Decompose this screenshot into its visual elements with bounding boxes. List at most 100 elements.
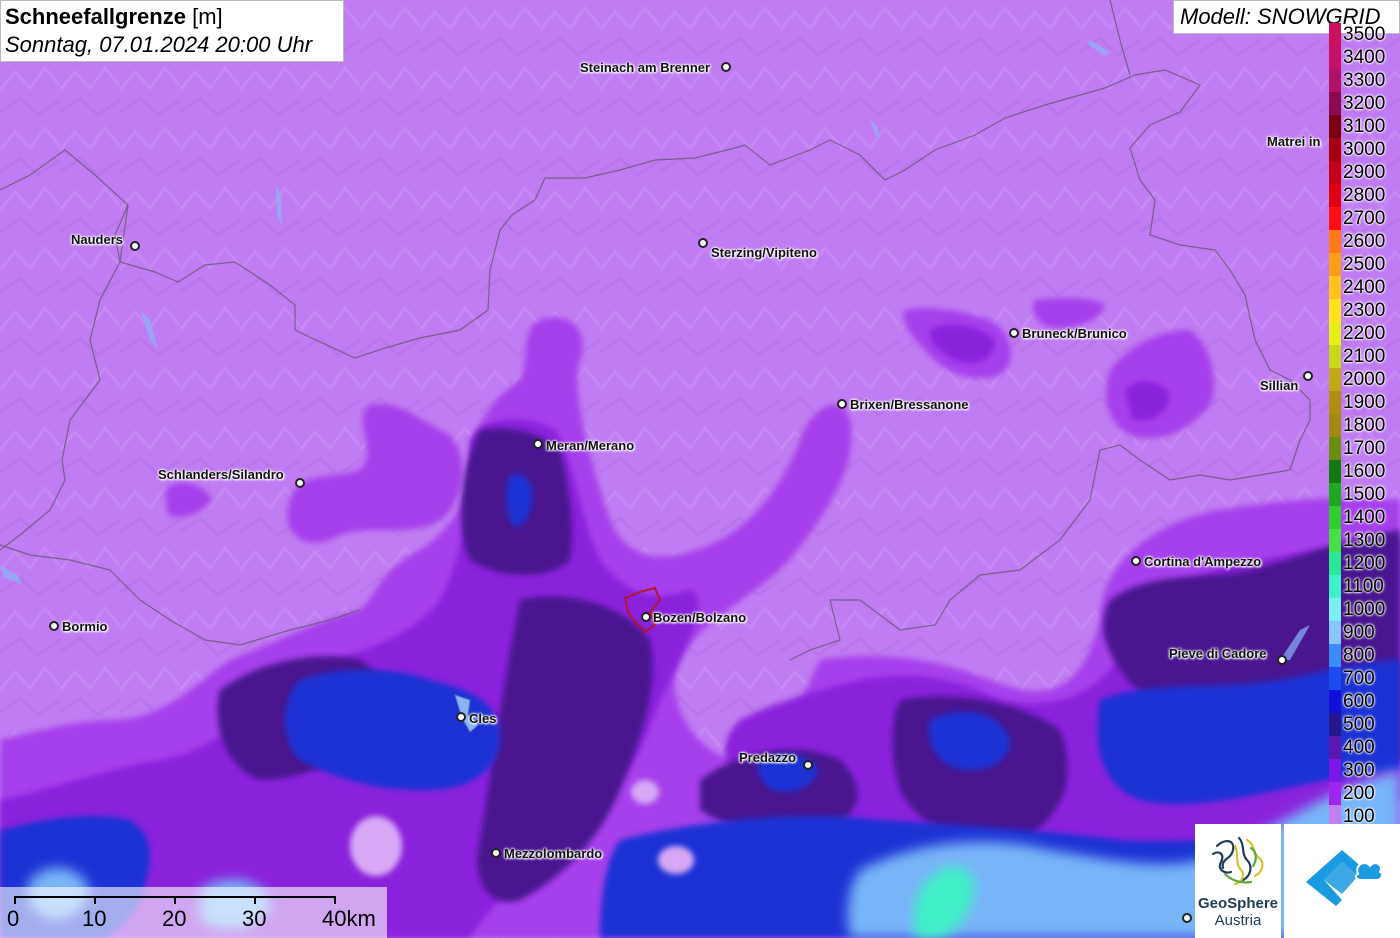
- city-dot-icon: [698, 238, 708, 248]
- legend-swatch: [1329, 276, 1341, 299]
- legend-row: 2100: [1329, 345, 1400, 368]
- city-dot-icon: [1182, 913, 1192, 923]
- legend-row: 3500: [1329, 23, 1400, 46]
- legend-swatch: [1329, 667, 1341, 690]
- legend-label: 900: [1343, 622, 1375, 643]
- legend-row: 3200: [1329, 92, 1400, 115]
- legend-row: 1300: [1329, 529, 1400, 552]
- scale-tick: [14, 896, 16, 904]
- city-dot-icon: [721, 62, 731, 72]
- legend-label: 1500: [1343, 484, 1386, 505]
- legend-row: 2200: [1329, 322, 1400, 345]
- city-label: Pieve di Cadore: [1169, 646, 1267, 661]
- legend-label: 2700: [1343, 208, 1386, 229]
- legend-row: 1600: [1329, 460, 1400, 483]
- legend-label: 400: [1343, 737, 1375, 758]
- legend-label: 3000: [1343, 139, 1386, 160]
- legend-swatch: [1329, 782, 1341, 805]
- color-legend: 3500 3400 3300 3200 3100 3000 2900 2800 2700 2600…: [1329, 23, 1400, 828]
- scale-label: 30: [242, 906, 267, 931]
- legend-row: 1800: [1329, 414, 1400, 437]
- city-label: Matrei in: [1267, 134, 1321, 149]
- legend-row: 2300: [1329, 299, 1400, 322]
- legend-swatch: [1329, 161, 1341, 184]
- legend-swatch: [1329, 368, 1341, 391]
- legend-swatch: [1329, 46, 1341, 69]
- city-label: Schlanders/Silandro: [158, 467, 284, 482]
- legend-swatch: [1329, 138, 1341, 161]
- legend-swatch: [1329, 69, 1341, 92]
- legend-label: 3400: [1343, 47, 1386, 68]
- legend-label: 1800: [1343, 415, 1386, 436]
- scale-tick: [334, 896, 336, 904]
- city-dot-icon: [1131, 556, 1141, 566]
- legend-swatch: [1329, 230, 1341, 253]
- legend-swatch: [1329, 713, 1341, 736]
- legend-row: 2500: [1329, 253, 1400, 276]
- legend-label: 1200: [1343, 553, 1386, 574]
- city-label: Predazzo: [739, 750, 797, 765]
- legend-row: 2800: [1329, 184, 1400, 207]
- legend-label: 800: [1343, 645, 1375, 666]
- map-title: Schneefallgrenze [m]: [5, 3, 339, 31]
- legend-row: 1000: [1329, 598, 1400, 621]
- legend-label: 2100: [1343, 346, 1386, 367]
- legend-label: 2500: [1343, 254, 1386, 275]
- legend-label: 3200: [1343, 93, 1386, 114]
- legend-row: 3300: [1329, 69, 1400, 92]
- legend-label: 2200: [1343, 323, 1386, 344]
- scale-tick: [94, 896, 96, 904]
- legend-swatch: [1329, 184, 1341, 207]
- legend-row: 800: [1329, 644, 1400, 667]
- legend-swatch: [1329, 736, 1341, 759]
- legend-label: 500: [1343, 714, 1375, 735]
- city-label: Sillian: [1260, 378, 1299, 393]
- legend-label: 1300: [1343, 530, 1386, 551]
- legend-swatch: [1329, 759, 1341, 782]
- scale-label: 0: [7, 906, 20, 931]
- geosphere-logo[interactable]: GeoSphere Austria: [1195, 824, 1281, 938]
- scale-tick: [174, 896, 176, 904]
- legend-label: 2000: [1343, 369, 1386, 390]
- legend-swatch: [1329, 552, 1341, 575]
- city-label: Nauders: [71, 232, 124, 247]
- legend-row: 1100: [1329, 575, 1400, 598]
- legend-label: 200: [1343, 783, 1375, 804]
- scale-label: 10: [82, 906, 107, 931]
- legend-label: 300: [1343, 760, 1375, 781]
- app-logo[interactable]: [1284, 824, 1400, 938]
- legend-label: 3300: [1343, 70, 1386, 91]
- geosphere-sub: Austria: [1214, 912, 1262, 929]
- legend-swatch: [1329, 460, 1341, 483]
- city-dot-icon: [1009, 328, 1019, 338]
- legend-row: 600: [1329, 690, 1400, 713]
- map-title-box: Schneefallgrenze [m] Sonntag, 07.01.2024…: [0, 0, 344, 62]
- legend-row: 1900: [1329, 391, 1400, 414]
- city-label: Steinach am Brenner: [580, 60, 711, 75]
- legend-row: 2900: [1329, 161, 1400, 184]
- legend-label: 3500: [1343, 24, 1386, 45]
- city-label: Bruneck/Brunico: [1022, 326, 1127, 341]
- city-label: Bozen/Bolzano: [653, 610, 747, 625]
- city-dot-icon: [456, 712, 466, 722]
- city-label: Cortina d'Ampezzo: [1144, 554, 1262, 569]
- city-dot-icon: [1303, 371, 1313, 381]
- legend-label: 2600: [1343, 231, 1386, 252]
- legend-swatch: [1329, 23, 1341, 46]
- legend-label: 2400: [1343, 277, 1386, 298]
- scale-label: 20: [162, 906, 187, 931]
- city-label: Sterzing/Vipiteno: [711, 245, 817, 260]
- legend-row: 1700: [1329, 437, 1400, 460]
- legend-row: 400: [1329, 736, 1400, 759]
- legend-row: 2400: [1329, 276, 1400, 299]
- legend-swatch: [1329, 391, 1341, 414]
- scale-label: 40km: [322, 906, 376, 931]
- legend-label: 1900: [1343, 392, 1386, 413]
- legend-swatch: [1329, 483, 1341, 506]
- legend-swatch: [1329, 115, 1341, 138]
- legend-label: 2900: [1343, 162, 1386, 183]
- legend-swatch: [1329, 414, 1341, 437]
- city-label: Cles: [469, 711, 497, 726]
- legend-row: 2700: [1329, 207, 1400, 230]
- city-label: Brixen/Bressanone: [850, 397, 969, 412]
